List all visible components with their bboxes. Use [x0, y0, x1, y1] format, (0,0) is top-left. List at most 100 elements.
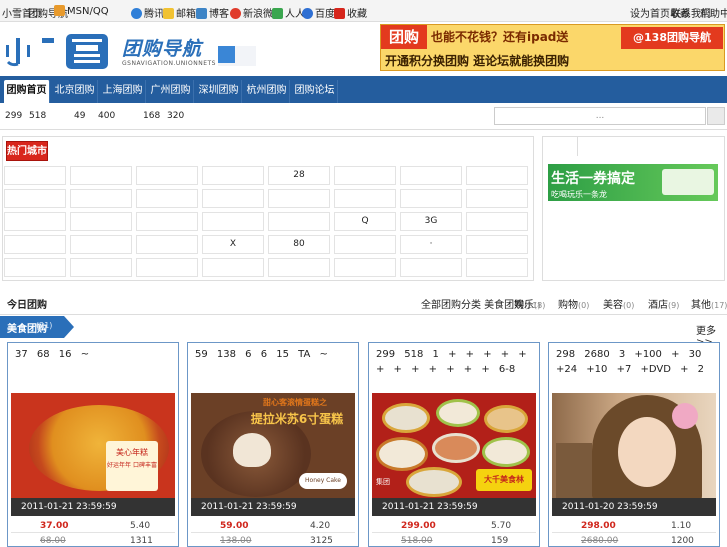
city-cell[interactable]	[202, 258, 264, 277]
dish-4	[376, 437, 428, 471]
deal-card-3[interactable]: 299 518 1 + + + + + + + + + + + + 6-8 大千…	[368, 342, 540, 547]
city-cell[interactable]	[136, 189, 198, 208]
city-cell[interactable]	[70, 235, 132, 254]
city-cell[interactable]	[400, 258, 462, 277]
city-cell[interactable]	[70, 166, 132, 185]
deal-price: 59.00	[220, 521, 249, 531]
city-cell[interactable]: ·	[400, 235, 462, 254]
city-cell[interactable]: 28	[268, 166, 330, 185]
deal-title[interactable]: 37 68 16 ~	[15, 347, 173, 391]
deal-image-nian-gao[interactable]: 美心年糕 好运年年 口碑丰富	[11, 393, 175, 501]
side-tab[interactable]	[560, 136, 578, 156]
city-cell[interactable]	[400, 166, 462, 185]
top-link-qq[interactable]: 腾讯	[131, 5, 164, 20]
city-cell[interactable]: Q	[334, 212, 396, 231]
deal-card-4[interactable]: 298 2680 3 +100 + 30 +24 +10 +7 +DVD + 2…	[548, 342, 720, 547]
side-ad[interactable]: 生活一券搞定 吃喝玩乐一条龙	[548, 164, 718, 201]
tab-guangzhou[interactable]: 广州团购	[148, 80, 194, 103]
logo-subtitle: GSNAVIGATION.UNIONNETS	[122, 60, 216, 67]
stat-f: 320	[167, 111, 185, 121]
tab-shenzhen[interactable]: 深圳团购	[196, 80, 242, 103]
city-cell[interactable]: X	[202, 235, 264, 254]
dish-1	[382, 403, 430, 433]
tiramisu-bunny	[233, 433, 271, 467]
weibo-icon	[230, 8, 241, 19]
site-logo[interactable]	[6, 32, 110, 70]
city-cell[interactable]	[202, 212, 264, 231]
search-input[interactable]: ...	[494, 107, 706, 125]
search-button[interactable]	[707, 107, 725, 125]
city-cell[interactable]	[4, 189, 66, 208]
city-cell[interactable]	[466, 166, 528, 185]
top-link-mail[interactable]: 邮箱	[163, 5, 196, 20]
deal-card-2[interactable]: 59 138 6 6 15 TA ~ 甜心客滚情蛋糕之 提拉米苏6寸蛋糕 Hon…	[187, 342, 359, 547]
star-icon	[334, 8, 345, 19]
city-cell[interactable]	[466, 189, 528, 208]
filter-fun[interactable]: 娱乐(8)	[514, 296, 545, 311]
deal-image-portrait[interactable]	[552, 393, 716, 501]
city-panel-title: 热门城市团	[6, 141, 48, 177]
top-link-blog[interactable]: 博客	[196, 5, 229, 20]
help-link[interactable]: 帮助中心	[700, 5, 727, 20]
header-banner-ad[interactable]: 团购 也能不花钱？还有ipad送 开通积分换团购 逛论坛就能换团购 @138团购…	[380, 24, 725, 71]
deal-discount: 4.20	[310, 521, 331, 531]
top-link-fav[interactable]: 收藏	[334, 5, 367, 20]
filter-beauty[interactable]: 美容(0)	[603, 296, 634, 311]
city-cell[interactable]	[466, 235, 528, 254]
city-cell[interactable]	[466, 258, 528, 277]
city-cell[interactable]	[70, 189, 132, 208]
city-cell[interactable]	[202, 166, 264, 185]
stat-e: 168	[143, 111, 161, 121]
city-cell[interactable]	[70, 212, 132, 231]
tab-hangzhou[interactable]: 杭州团购	[244, 80, 290, 103]
city-cell[interactable]	[268, 189, 330, 208]
city-cell[interactable]: 3G	[400, 212, 462, 231]
dish-2	[436, 399, 480, 427]
tab-beijing[interactable]: 北京团购	[52, 80, 98, 103]
deal-title[interactable]: 299 518 1 + + + + + + + + + + + + 6-8	[376, 347, 534, 391]
city-cell[interactable]	[136, 212, 198, 231]
tab-shanghai[interactable]: 上海团购	[100, 80, 146, 103]
city-cell[interactable]	[4, 235, 66, 254]
city-cell[interactable]	[466, 212, 528, 231]
city-cell[interactable]	[4, 212, 66, 231]
city-cell[interactable]	[334, 166, 396, 185]
top-link-baidu[interactable]: 百度	[302, 5, 335, 20]
deal-image-feast[interactable]: 大千美食林 集团	[372, 393, 536, 501]
tab-forum[interactable]: 团购论坛	[292, 80, 338, 103]
city-cell[interactable]	[70, 258, 132, 277]
deal-deadline: 2011-01-20 23:59:59	[552, 498, 716, 516]
deal-card-1[interactable]: 37 68 16 ~ 美心年糕 好运年年 口碑丰富 2011-01-21 23:5…	[7, 342, 179, 547]
stat-d: 400	[98, 111, 116, 121]
city-cell[interactable]	[136, 258, 198, 277]
feast-label2: 集团	[376, 478, 390, 486]
deal-title[interactable]: 59 138 6 6 15 TA ~	[195, 347, 353, 391]
filter-fun-count: (8)	[534, 301, 546, 310]
category-tab[interactable]: 美食团购 (21)	[0, 316, 74, 338]
city-cell[interactable]	[400, 189, 462, 208]
city-cell[interactable]	[334, 189, 396, 208]
tab-home[interactable]: 团购首页	[4, 80, 50, 103]
city-cell[interactable]	[4, 258, 66, 277]
city-cell[interactable]	[334, 235, 396, 254]
city-cell[interactable]	[334, 258, 396, 277]
city-cell[interactable]	[268, 212, 330, 231]
top-link-renren[interactable]: 人人	[272, 5, 305, 20]
city-cell[interactable]	[268, 258, 330, 277]
section-divider	[0, 314, 727, 315]
top-link-msn[interactable]: MSN/QQ	[54, 5, 109, 17]
deal-title[interactable]: 298 2680 3 +100 + 30 +24 +10 +7 +DVD + 2	[556, 347, 714, 391]
filter-shop[interactable]: 购物(0)	[558, 296, 589, 311]
city-cell[interactable]	[202, 189, 264, 208]
city-cell[interactable]	[4, 166, 66, 185]
filter-other[interactable]: 其他(17)	[691, 296, 727, 311]
deal-image-tiramisu[interactable]: 甜心客滚情蛋糕之 提拉米苏6寸蛋糕 Honey Cake	[191, 393, 355, 501]
filter-other-count: (17)	[711, 301, 727, 310]
city-cell[interactable]	[136, 166, 198, 185]
dish-6	[482, 437, 530, 467]
filter-hotel[interactable]: 酒店(9)	[648, 296, 679, 311]
city-cell[interactable]: 80	[268, 235, 330, 254]
city-cell[interactable]	[136, 235, 198, 254]
mail-icon	[163, 8, 174, 19]
deal-separator	[11, 532, 175, 533]
